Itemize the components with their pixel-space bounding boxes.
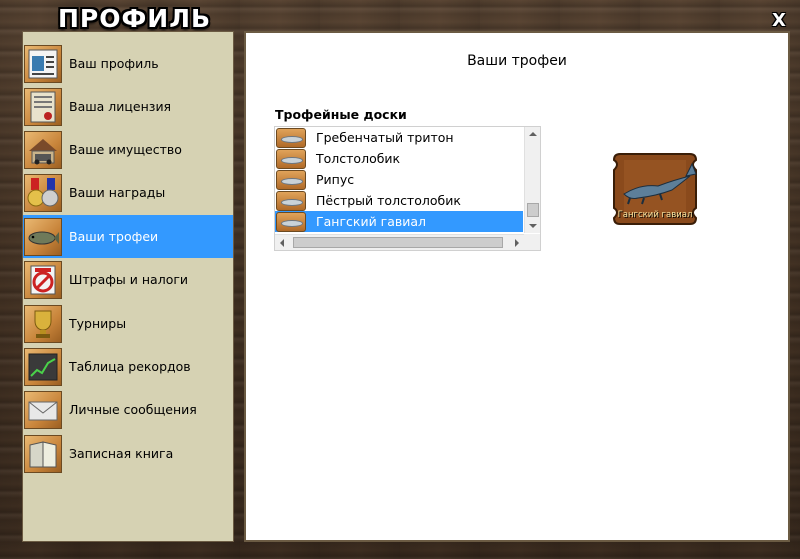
list-item-label: Толстолобик [316,151,401,166]
sidebar-item-trophies[interactable]: Ваши трофеи [23,215,233,258]
sidebar-item-medals[interactable]: Ваши награды [23,171,233,214]
sidebar-item-label: Ваши трофеи [69,229,159,244]
sidebar-item-label: Ваше имущество [69,142,182,157]
sidebar-item-label: Ваши награды [69,185,166,200]
window-title: ПРОФИЛЬ [58,4,212,33]
vertical-scrollbar[interactable] [524,127,540,233]
sidebar-item-notebook[interactable]: Записная книга [23,432,233,475]
sidebar-item-label: Штрафы и налоги [69,272,189,287]
sidebar: Ваш профиль Ваша лицензия Ваше имущество… [22,31,234,542]
list-item[interactable]: Толстолобик [275,148,523,169]
board-thumbnail-icon [276,148,306,169]
sidebar-item-label: Таблица рекордов [69,359,191,374]
boards-label: Трофейные доски [275,107,407,122]
chart-icon [24,347,62,386]
board-thumbnail-icon [276,211,306,232]
scroll-right-icon[interactable] [515,239,519,247]
trophies-panel: Ваши трофеи Трофейные доски Гребенчатый … [244,31,790,542]
sidebar-item-profile[interactable]: Ваш профиль [23,42,233,85]
horizontal-scroll-thumb[interactable] [293,237,503,248]
list-item-selected[interactable]: Гангский гавиал [275,211,523,232]
page-title: Ваши трофеи [467,53,567,69]
sidebar-item-property[interactable]: Ваше имущество [23,128,233,171]
trophy-fish-icon [24,217,62,256]
list-item-label: Гангский гавиал [316,214,427,229]
property-icon [24,130,62,169]
plaque-caption: Гангский гавиал [617,210,693,220]
scrollbar-corner [524,234,540,250]
sidebar-item-tournaments[interactable]: Турниры [23,302,233,345]
vertical-scroll-thumb[interactable] [527,203,539,217]
board-thumbnail-icon [276,127,306,148]
list-item[interactable]: Рипус [275,169,523,190]
list-item-label: Гребенчатый тритон [316,130,454,145]
sidebar-item-fines[interactable]: Штрафы и налоги [23,258,233,301]
list-item-label: Пёстрый толстолобик [316,193,461,208]
notebook-icon [24,434,62,473]
list-item[interactable]: Гребенчатый тритон [275,127,523,148]
boards-list[interactable]: Гребенчатый тритон Толстолобик Рипус Пёс… [274,126,541,251]
sidebar-item-label: Записная книга [69,446,174,461]
license-icon [24,87,62,126]
sidebar-item-label: Ваш профиль [69,56,159,71]
sidebar-item-license[interactable]: Ваша лицензия [23,85,233,128]
sidebar-item-label: Турниры [69,316,127,331]
list-item[interactable]: Пёстрый толстолобик [275,190,523,211]
sidebar-item-messages[interactable]: Личные сообщения [23,388,233,431]
board-thumbnail-icon [276,190,306,211]
cup-icon [24,304,62,343]
envelope-icon [24,390,62,429]
profile-icon [24,44,62,83]
sidebar-item-label: Личные сообщения [69,402,197,417]
scroll-up-icon[interactable] [529,132,537,136]
fines-icon [24,260,62,299]
sidebar-item-records[interactable]: Таблица рекордов [23,345,233,388]
horizontal-scrollbar[interactable] [275,234,524,250]
scroll-down-icon[interactable] [529,224,537,228]
board-thumbnail-icon [276,169,306,190]
close-button[interactable]: X [772,10,786,31]
scroll-left-icon[interactable] [280,239,284,247]
list-item-label: Рипус [316,172,355,187]
medals-icon [24,173,62,212]
trophy-plaque-preview: Гангский гавиал [610,150,700,228]
sidebar-item-label: Ваша лицензия [69,99,172,114]
